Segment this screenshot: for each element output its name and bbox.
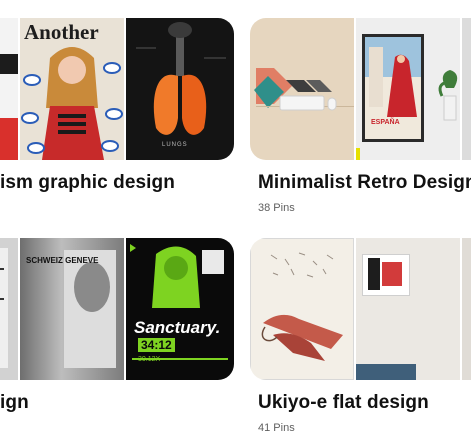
cover-image-lungs: LUNGS: [126, 18, 234, 160]
poster-caption: SCHWEIZ GENEVE: [26, 256, 99, 265]
board-card[interactable]: ESPAÑA Minimalist Retro Design 38 Pins: [250, 0, 471, 220]
cover-image-spain-poster: ESPAÑA: [356, 18, 460, 160]
sanctuary-title: Sanctuary.: [134, 318, 221, 337]
pin-count: 38 Pins: [258, 202, 295, 214]
board-card[interactable]: SCHWEIZ GENEVE Sanctuary. 34:12 30.12X i…: [0, 238, 234, 438]
pin-count: 41 Pins: [258, 422, 295, 434]
board-cover[interactable]: SCHWEIZ GENEVE Sanctuary. 34:12 30.12X: [0, 238, 234, 380]
lungs-caption: LUNGS: [162, 142, 188, 148]
board-card[interactable]: Ukiyo-e flat design 41 Pins: [250, 238, 471, 438]
board-title[interactable]: Ukiyo-e flat design: [258, 392, 429, 414]
sanctuary-time: 34:12: [138, 338, 175, 352]
board-card[interactable]: Another LUNGS ism graphic design: [0, 0, 234, 220]
board-title[interactable]: ism graphic design: [0, 172, 175, 194]
cover-image-sanctuary: Sanctuary. 34:12 30.12X: [126, 238, 234, 380]
cover-image-wall-frames: [356, 238, 460, 380]
cover-image-geneve-poster: SCHWEIZ GENEVE: [20, 238, 124, 380]
board-title[interactable]: ign: [0, 392, 29, 414]
cover-image-poster-street: [0, 238, 18, 380]
board-cover[interactable]: Another LUNGS: [0, 18, 234, 160]
cover-image-partial: [462, 18, 471, 160]
cover-image-red-poster: [0, 18, 18, 160]
cover-image-magazine: Another: [20, 18, 124, 160]
cover-image-ukiyo-sketch: [250, 238, 354, 380]
sanctuary-code: 30.12X: [138, 356, 161, 363]
board-title[interactable]: Minimalist Retro Design: [258, 172, 471, 194]
cover-image-partial: [462, 238, 471, 380]
board-cover[interactable]: ESPAÑA: [250, 18, 471, 160]
spain-poster-label: ESPAÑA: [371, 119, 400, 126]
board-cover[interactable]: [250, 238, 471, 380]
cover-image-desk: [250, 18, 354, 160]
